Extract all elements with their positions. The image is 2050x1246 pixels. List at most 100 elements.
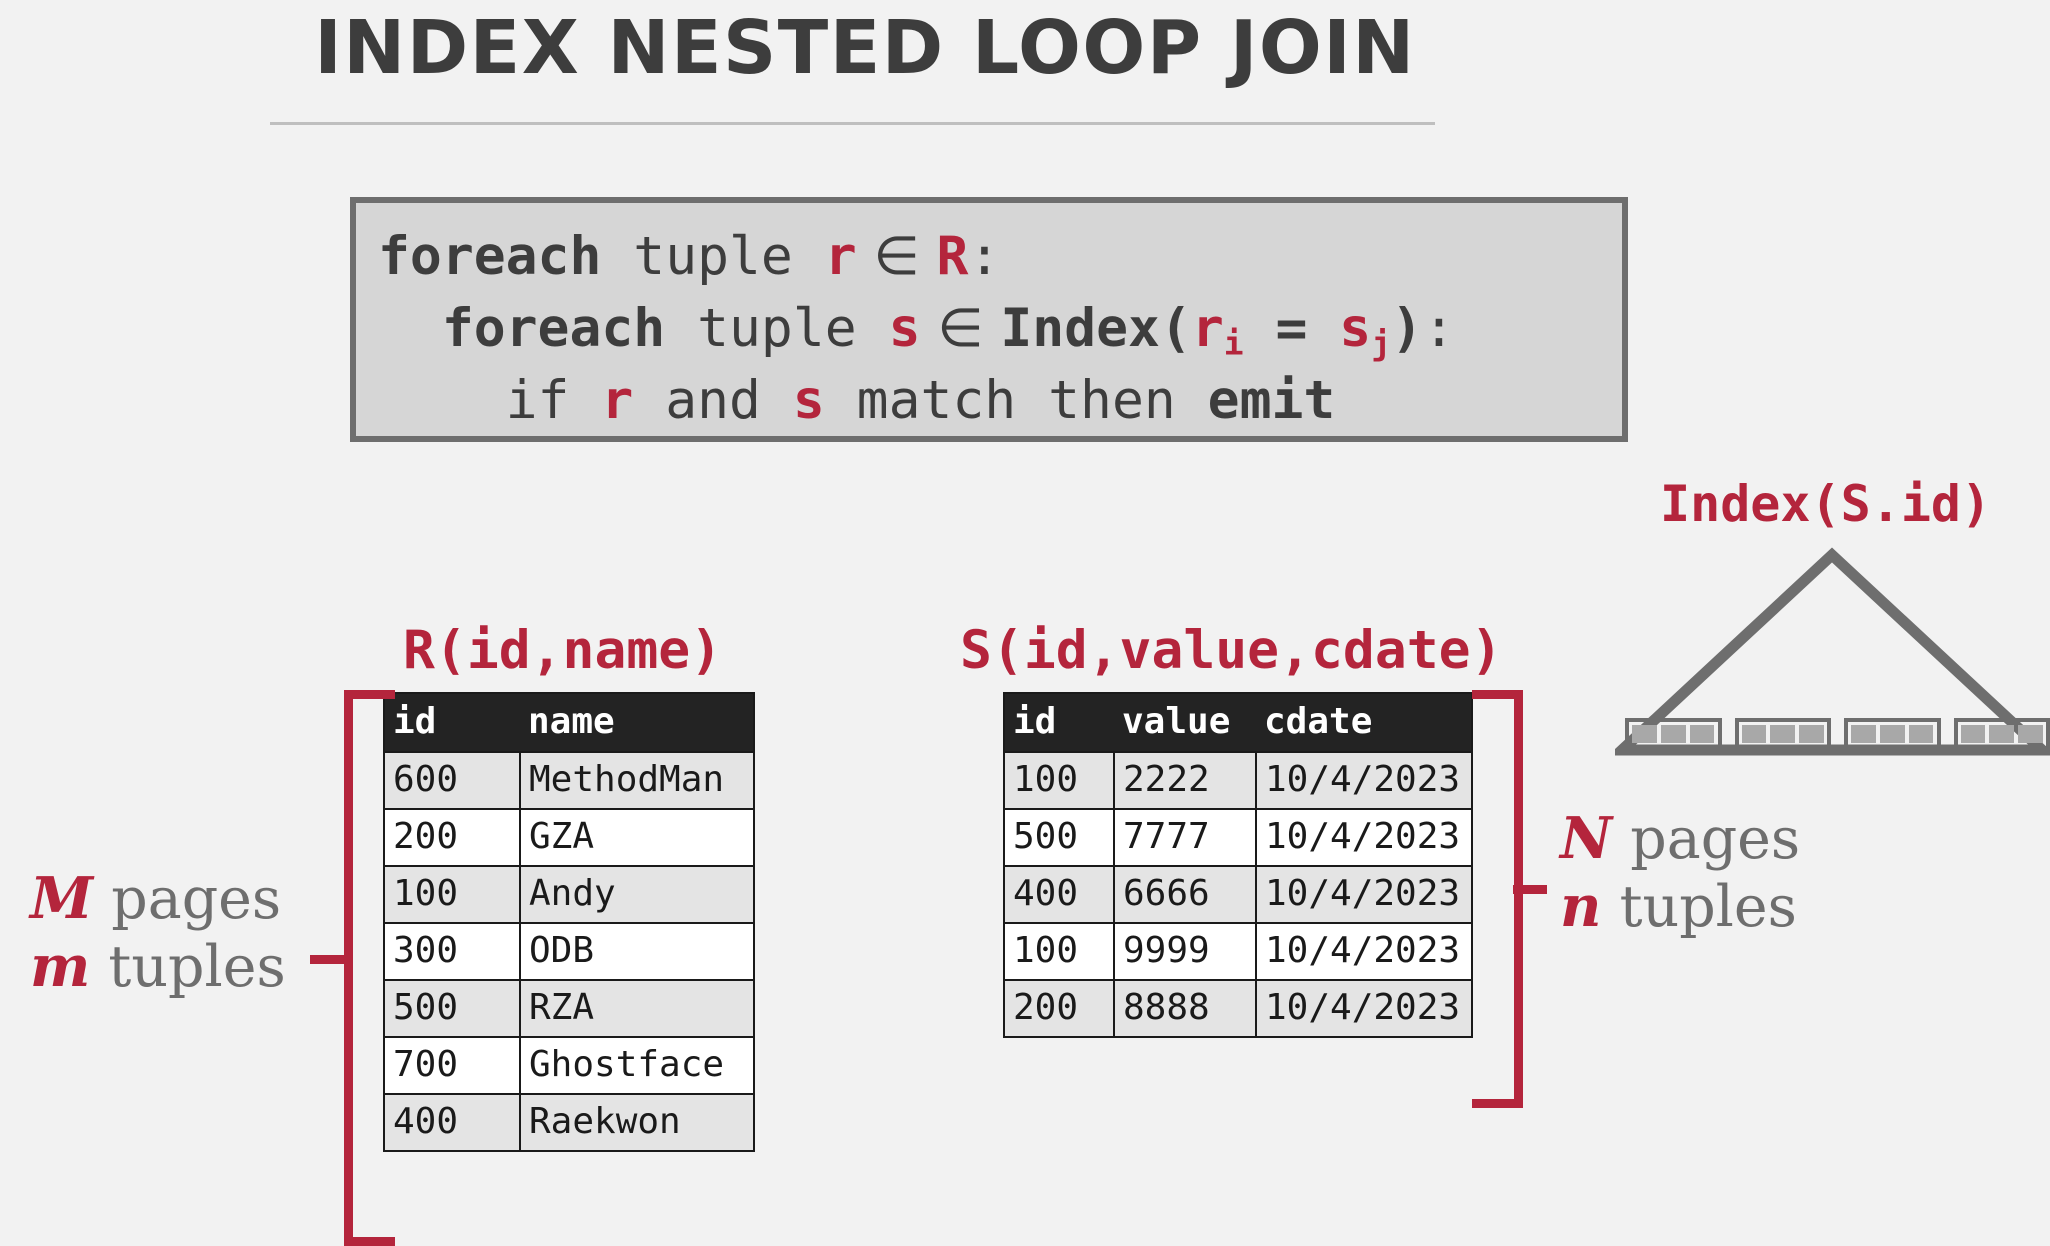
table-cell: 700 (384, 1037, 520, 1094)
code-keyword-foreach: foreach (378, 226, 601, 287)
table-cell: 9999 (1114, 923, 1256, 980)
table-cell: 600 (384, 752, 520, 809)
column-header-value: value (1114, 693, 1256, 752)
table-row: 100999910/4/2023 (1004, 923, 1472, 980)
table-head: id name (384, 693, 754, 752)
btree-leaf-group (1954, 718, 2050, 750)
bracket-s-tick (1513, 885, 1547, 894)
btree-leaf-cell (1661, 725, 1686, 743)
symbol-n: n (1560, 873, 1601, 940)
bracket-r-table (344, 690, 395, 1246)
table-cell: 500 (384, 980, 520, 1037)
code-keyword-emit: emit (1208, 370, 1336, 431)
btree-leaf-cell (2018, 725, 2043, 743)
code-line-foreach-s: foreach tuple s ∈ Index(ri = sj): (378, 302, 1455, 360)
code-subscript-i: i (1224, 324, 1244, 363)
table-cell: 100 (1004, 923, 1114, 980)
code-paren-open: ( (1160, 298, 1192, 359)
btree-leaf-cell (1742, 725, 1767, 743)
table-header-row: id value cdate (1004, 693, 1472, 752)
table-body: 600MethodMan200GZA100Andy300ODB500RZA700… (384, 752, 754, 1151)
table-row: 400666610/4/2023 (1004, 866, 1472, 923)
column-header-name: name (520, 693, 754, 752)
table-cell: MethodMan (520, 752, 754, 809)
column-header-id: id (1004, 693, 1114, 752)
btree-leaf-cell (1880, 725, 1905, 743)
table-header-row: id name (384, 693, 754, 752)
code-equals: = (1244, 298, 1340, 359)
bracket-r-tick (310, 955, 344, 964)
code-var-s: s (1339, 298, 1371, 359)
table-cell: Ghostface (520, 1037, 754, 1094)
code-var-s: s (889, 298, 921, 359)
table-row: 500RZA (384, 980, 754, 1037)
btree-leaf-cell (1770, 725, 1795, 743)
code-var-s: s (793, 370, 825, 431)
label-tuples: tuples (90, 934, 285, 1000)
code-indent (378, 298, 442, 359)
table-cell: 100 (1004, 752, 1114, 809)
column-header-cdate: cdate (1256, 693, 1472, 752)
table-row: 300ODB (384, 923, 754, 980)
table-row: 600MethodMan (384, 752, 754, 809)
label-pages: pages (93, 866, 281, 932)
annotation-s-tuples: n tuples (1560, 873, 1800, 941)
btree-leaf-nodes (1625, 718, 2050, 750)
table-cell: 10/4/2023 (1256, 980, 1472, 1037)
code-indent (378, 370, 506, 431)
annotation-r-pages: M pages (30, 865, 286, 933)
code-colon: : (1423, 298, 1455, 359)
btree-leaf-group (1625, 718, 1722, 750)
code-keyword-foreach: foreach (442, 298, 665, 359)
code-keyword-if: if (506, 370, 602, 431)
code-var-r: r (601, 370, 633, 431)
symbol-M: M (30, 865, 93, 932)
btree-leaf-group (1844, 718, 1941, 750)
page-title: INDEX NESTED LOOP JOIN (0, 5, 1730, 91)
annotation-s-pages: N pages (1560, 805, 1800, 873)
code-fn-index: Index (1000, 298, 1160, 359)
table-cell: 2222 (1114, 752, 1256, 809)
code-text-tuple: tuple (601, 226, 824, 287)
slide-root: INDEX NESTED LOOP JOIN foreach tuple r ∈… (0, 0, 2050, 1216)
table-cell: 10/4/2023 (1256, 752, 1472, 809)
label-tuples: tuples (1601, 874, 1796, 940)
code-element-of-symbol: ∈ (857, 226, 937, 287)
table-caption-r: R(id,name) (403, 620, 722, 681)
btree-leaf-group (1735, 718, 1832, 750)
code-line-if-match-emit: if r and s match then emit (378, 374, 1335, 427)
table-cell: 300 (384, 923, 520, 980)
table-cell: RZA (520, 980, 754, 1037)
code-text-and: and (633, 370, 793, 431)
relation-table-s: id value cdate 100222210/4/2023500777710… (1003, 692, 1473, 1038)
code-line-foreach-r: foreach tuple r ∈ R: (378, 230, 1000, 283)
bracket-s-table (1472, 690, 1523, 1108)
table-cell: 7777 (1114, 809, 1256, 866)
annotation-r-tuples: m tuples (30, 933, 286, 1001)
btree-leaf-cell (1799, 725, 1824, 743)
table-cell: 10/4/2023 (1256, 923, 1472, 980)
table-row: 700Ghostface (384, 1037, 754, 1094)
column-header-id: id (384, 693, 520, 752)
table-row: 100Andy (384, 866, 754, 923)
table-body: 100222210/4/2023500777710/4/202340066661… (1004, 752, 1472, 1037)
btree-leaf-cell (1909, 725, 1934, 743)
table-cell: 200 (1004, 980, 1114, 1037)
table-row: 200888810/4/2023 (1004, 980, 1472, 1037)
code-text-tuple: tuple (665, 298, 888, 359)
table-row: 100222210/4/2023 (1004, 752, 1472, 809)
relation-table-r: id name 600MethodMan200GZA100Andy300ODB5… (383, 692, 755, 1152)
table-cell: 10/4/2023 (1256, 809, 1472, 866)
pseudocode-block: foreach tuple r ∈ R: foreach tuple s ∈ I… (350, 197, 1628, 442)
table-row: 200GZA (384, 809, 754, 866)
title-divider (270, 122, 1435, 125)
btree-leaf-cell (1632, 725, 1657, 743)
label-pages: pages (1612, 806, 1800, 872)
code-element-of-symbol: ∈ (921, 298, 1001, 359)
symbol-N: N (1560, 805, 1612, 872)
index-label: Index(S.id) (1660, 475, 1991, 533)
code-paren-close: ) (1391, 298, 1423, 359)
btree-leaf-cell (1690, 725, 1715, 743)
btree-leaf-cell (1989, 725, 2014, 743)
table-cell: 400 (384, 1094, 520, 1151)
